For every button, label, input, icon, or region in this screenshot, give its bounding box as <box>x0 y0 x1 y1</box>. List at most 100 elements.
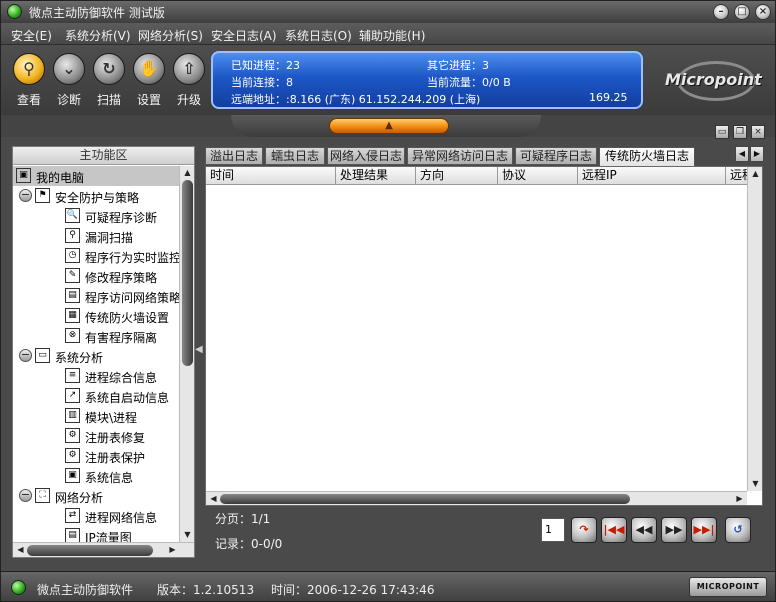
tree-item[interactable]: ⇄ 进程网络信息 <box>13 506 179 526</box>
log-tabs: 溢出日志 蠕虫日志 网络入侵日志 异常网络访问日志 可疑程序日志 传统防火墙日志 <box>203 146 763 167</box>
go-to-page-button[interactable]: ↷ <box>571 517 597 543</box>
tab-suspicious-program-log[interactable]: 可疑程序日志 <box>515 147 597 165</box>
tree-item[interactable]: ⚙ 注册表修复 <box>13 426 179 446</box>
close-button[interactable]: × <box>755 4 771 20</box>
tree-item-label: 传统防火墙设置 <box>85 311 170 325</box>
menu-system-log[interactable]: 系统日志(O) <box>285 27 352 44</box>
column-protocol[interactable]: 协议 <box>498 167 578 184</box>
page-number-input[interactable]: 1 <box>541 518 565 542</box>
current-connections: 当前连接：8 <box>231 76 293 89</box>
tab-worm-log[interactable]: 蠕虫日志 <box>265 147 325 165</box>
panel-header: 主功能区 <box>13 147 194 165</box>
column-result[interactable]: 处理结果 <box>336 167 416 184</box>
pager-area: 分页：1/1 记录：0-0/0 1 ↷ |◀◀ ◀◀ ▶▶ ▶▶| ↺ <box>205 506 763 558</box>
ip-traffic-icon: ▤ <box>65 528 80 542</box>
first-page-button[interactable]: |◀◀ <box>601 517 627 543</box>
collapse-toggle-icon[interactable]: − <box>19 189 32 202</box>
tree-item[interactable]: ▤ 程序访问网络策略 <box>13 286 179 306</box>
column-remote-port[interactable]: 远程 <box>726 167 747 184</box>
panel-close-icon[interactable]: × <box>751 125 765 139</box>
tree-item[interactable]: 🔍 可疑程序诊断 <box>13 206 179 226</box>
clock-monitor-icon: ◷ <box>65 248 80 263</box>
tree-item-label: 程序行为实时监控策略 <box>85 251 179 265</box>
menu-system-analysis[interactable]: 系统分析(V) <box>65 27 131 44</box>
scroll-up-arrow-icon[interactable]: ▲ <box>180 166 195 180</box>
status-info-panel: 已知进程：23 其它进程：3 当前连接：8 当前流量：0/0 B 远端地址：:8… <box>211 51 643 109</box>
tab-firewall-log[interactable]: 传统防火墙日志 <box>599 147 695 167</box>
scroll-down-arrow-icon[interactable]: ▼ <box>180 528 195 542</box>
tree-item[interactable]: ◷ 程序行为实时监控策略 <box>13 246 179 266</box>
collapse-toolbar-handle[interactable]: ▲ <box>329 118 449 134</box>
tab-intrusion-log[interactable]: 网络入侵日志 <box>327 147 405 165</box>
column-time[interactable]: 时间 <box>206 167 336 184</box>
diagnose-button[interactable]: ⌄ 诊断 <box>49 53 89 108</box>
tree-item[interactable]: − ⚑ 安全防护与策略 <box>13 186 179 206</box>
tree-item[interactable]: − ⛶ 网络分析 <box>13 486 179 506</box>
scroll-down-arrow-icon[interactable]: ▼ <box>748 477 763 491</box>
scan-button[interactable]: ↻ 扫描 <box>89 53 129 108</box>
settings-button[interactable]: ✋ 设置 <box>129 53 169 108</box>
scroll-left-arrow-icon[interactable]: ◀ <box>13 543 28 557</box>
title-bar[interactable]: 微点主动防御软件 测试版 – □ × <box>1 1 775 23</box>
menu-security-log[interactable]: 安全日志(A) <box>211 27 277 44</box>
tree-item[interactable]: ▤ IP流量图 <box>13 526 179 542</box>
refresh-button[interactable]: ↺ <box>725 517 751 543</box>
collapse-toggle-icon[interactable]: − <box>19 349 32 362</box>
next-page-button[interactable]: ▶▶ <box>661 517 687 543</box>
scroll-thumb[interactable] <box>27 545 153 556</box>
menu-network-analysis[interactable]: 网络分析(S) <box>138 27 203 44</box>
scroll-right-arrow-icon[interactable]: ▶ <box>165 543 180 557</box>
previous-page-button[interactable]: ◀◀ <box>631 517 657 543</box>
table-horizontal-scrollbar[interactable]: ◀ ▶ <box>206 491 747 505</box>
tree-item[interactable]: ▥ 模块\进程 <box>13 406 179 426</box>
tab-scroll-left-icon[interactable]: ◀ <box>735 146 749 162</box>
scroll-thumb[interactable] <box>220 494 630 504</box>
upgrade-button[interactable]: ⇧ 升级 <box>169 53 209 108</box>
magnifier-icon: ⚲ <box>13 53 45 85</box>
panel-restore-icon[interactable]: ▭ <box>715 125 729 139</box>
remote-address: 远端地址：:8.166 (广东) 61.152.244.209 (上海) <box>231 93 481 106</box>
tree-item[interactable]: ▣ 系统信息 <box>13 466 179 486</box>
panel-cascade-icon[interactable]: ❐ <box>733 125 747 139</box>
tab-abnormal-access-log[interactable]: 异常网络访问日志 <box>407 147 513 165</box>
collapse-toggle-icon[interactable]: − <box>19 489 32 502</box>
tree-item[interactable]: ⚙ 注册表保护 <box>13 446 179 466</box>
collapse-left-arrow-icon[interactable]: ◀ <box>195 344 203 355</box>
column-remote-ip[interactable]: 远程IP <box>578 167 726 184</box>
table-vertical-scrollbar[interactable]: ▲ ▼ <box>747 167 762 491</box>
tree-item[interactable]: ▣ 我的电脑 <box>13 166 179 186</box>
minimize-button[interactable]: – <box>713 4 729 20</box>
view-button[interactable]: ⚲ 查看 <box>9 53 49 108</box>
menu-tools[interactable]: 辅助功能(H) <box>359 27 425 44</box>
tree-item[interactable]: − ▭ 系统分析 <box>13 346 179 366</box>
tree-horizontal-scrollbar[interactable]: ◀ ▶ <box>13 542 194 557</box>
shield-flag-icon: ⚑ <box>35 188 50 203</box>
window-icon: ▤ <box>65 288 80 303</box>
current-traffic: 当前流量：0/0 B <box>427 76 511 89</box>
scroll-thumb[interactable] <box>182 180 193 366</box>
maximize-button[interactable]: □ <box>734 4 750 20</box>
tree-item-label: 系统自启动信息 <box>85 391 170 405</box>
tree-item[interactable]: ↗ 系统自启动信息 <box>13 386 179 406</box>
tree-item-label: 我的电脑 <box>36 171 85 185</box>
logo-text: Micropoint <box>665 70 762 89</box>
diagnose-icon: ⌄ <box>53 53 85 85</box>
tree-item[interactable]: ⚲ 漏洞扫描 <box>13 226 179 246</box>
tree-item[interactable]: ▦ 传统防火墙设置 <box>13 306 179 326</box>
scroll-right-arrow-icon[interactable]: ▶ <box>732 492 747 506</box>
tab-overflow-log[interactable]: 溢出日志 <box>205 147 263 165</box>
menu-security[interactable]: 安全(E) <box>11 27 52 44</box>
scroll-left-arrow-icon[interactable]: ◀ <box>206 492 221 506</box>
tree-item[interactable]: ≡ 进程综合信息 <box>13 366 179 386</box>
upgrade-arrow-icon: ⇧ <box>173 53 205 85</box>
module-icon: ▥ <box>65 408 80 423</box>
tree-item[interactable]: ⊗ 有害程序隔离 <box>13 326 179 346</box>
last-page-button[interactable]: ▶▶| <box>691 517 717 543</box>
column-direction[interactable]: 方向 <box>416 167 498 184</box>
tab-scroll-right-icon[interactable]: ▶ <box>750 146 764 162</box>
tree-item[interactable]: ✎ 修改程序策略 <box>13 266 179 286</box>
panel-splitter[interactable]: ◀ <box>195 146 203 558</box>
tree-vertical-scrollbar[interactable]: ▲ ▼ <box>179 166 194 542</box>
micropoint-brand-badge[interactable]: MICROPOINT <box>689 577 767 597</box>
scroll-up-arrow-icon[interactable]: ▲ <box>748 167 763 181</box>
